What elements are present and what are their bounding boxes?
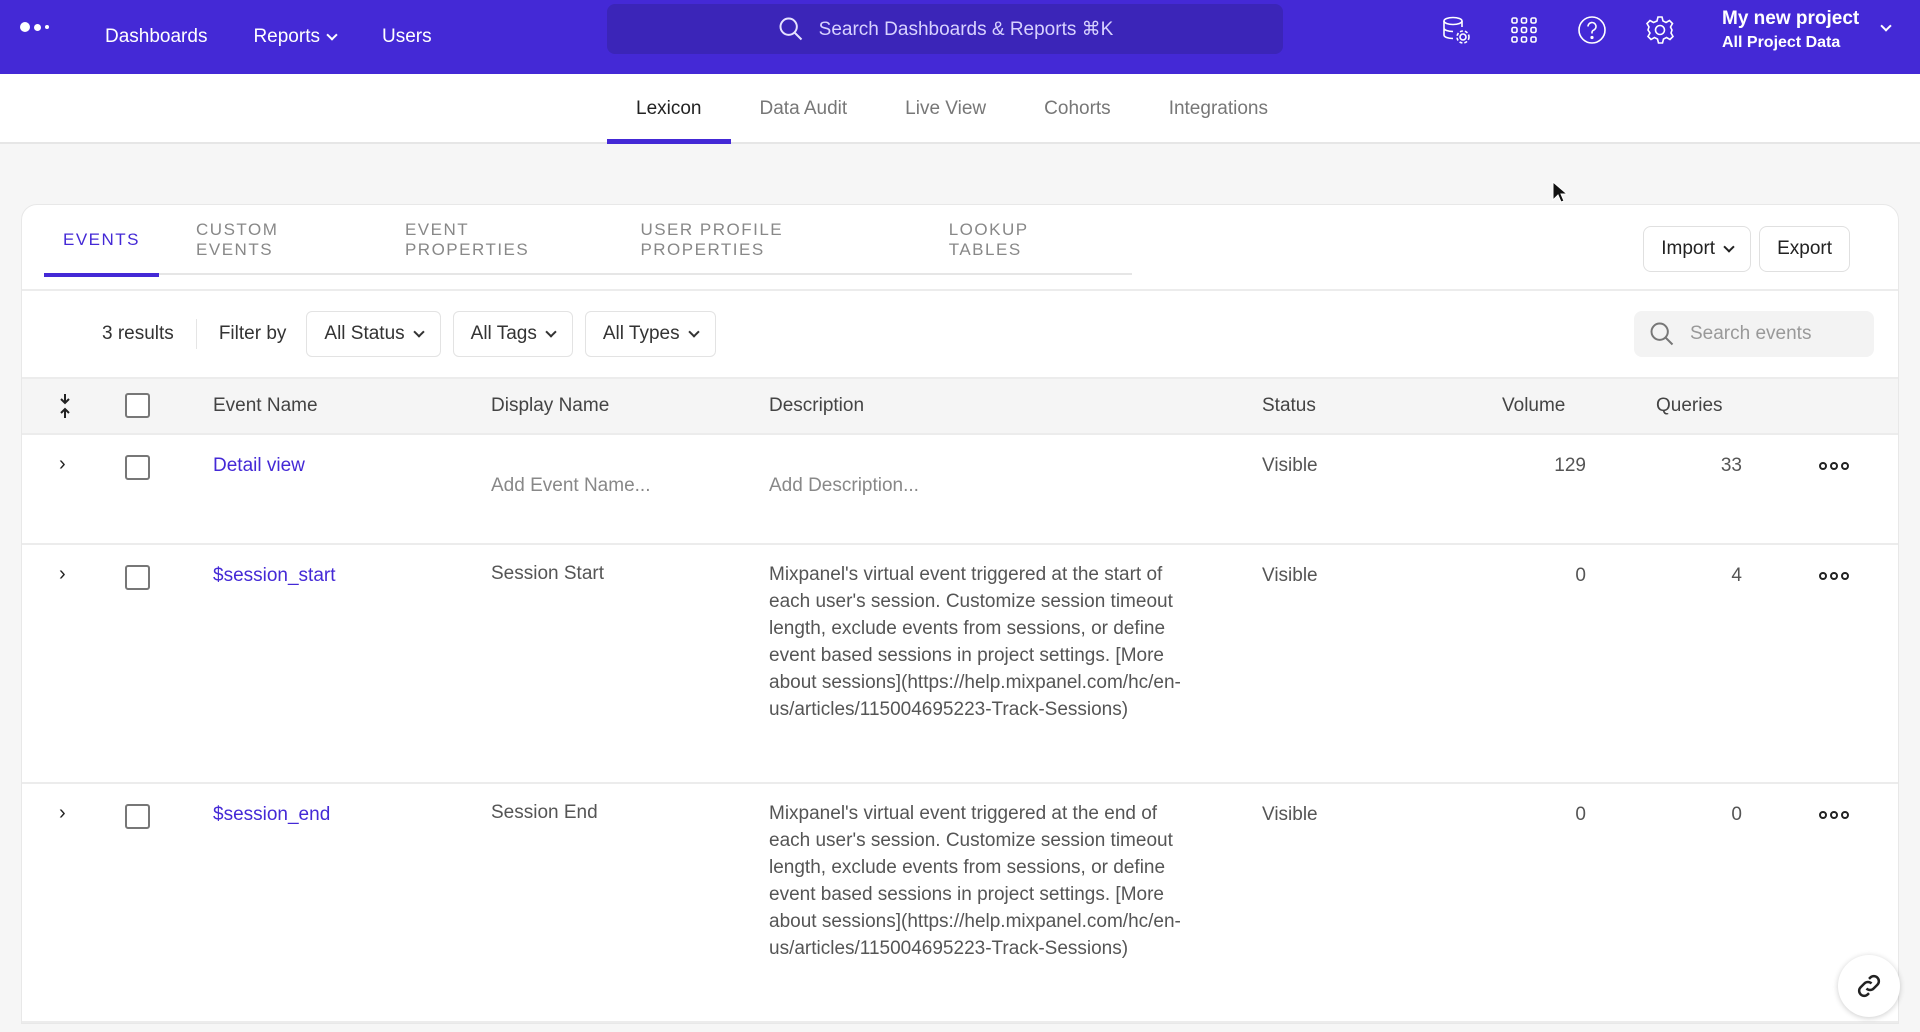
status-filter-label: All Status xyxy=(324,323,405,344)
status-value: Visible xyxy=(1262,804,1318,825)
search-icon xyxy=(779,17,802,41)
global-search-placeholder: Search Dashboards & Reports ⌘K xyxy=(818,18,1114,40)
tab-lexicon[interactable]: Lexicon xyxy=(607,74,731,144)
column-event-name[interactable]: Event Name xyxy=(213,395,318,417)
more-options-icon[interactable] xyxy=(1819,811,1849,819)
event-name-link[interactable]: $session_end xyxy=(213,804,330,826)
event-name-link[interactable]: Detail view xyxy=(213,455,305,477)
mixpanel-logo[interactable] xyxy=(20,22,49,32)
more-options-icon[interactable] xyxy=(1819,462,1849,470)
chevron-down-icon xyxy=(412,326,425,338)
top-nav-bar: Dashboards Reports Users Search Dashboar… xyxy=(0,0,1920,74)
help-icon[interactable] xyxy=(1576,14,1608,46)
table-row[interactable]: › Detail view Add Event Name... Add Desc… xyxy=(22,435,1898,545)
tab-events[interactable]: EVENTS xyxy=(44,205,160,277)
event-name-link[interactable]: $session_start xyxy=(213,565,336,587)
divider xyxy=(195,319,197,349)
nav-users[interactable]: Users xyxy=(382,26,432,48)
status-value: Visible xyxy=(1262,565,1318,586)
chevron-down-icon xyxy=(1880,20,1892,32)
description-field[interactable]: Mixpanel's virtual event triggered at th… xyxy=(769,800,1189,962)
status-filter[interactable]: All Status xyxy=(306,311,441,357)
tags-filter-label: All Tags xyxy=(470,323,537,344)
top-icons xyxy=(1440,14,1676,46)
expand-row-icon[interactable]: › xyxy=(59,563,66,586)
column-description[interactable]: Description xyxy=(769,395,864,417)
tab-cohorts[interactable]: Cohorts xyxy=(1015,74,1140,144)
tab-live-view[interactable]: Live View xyxy=(876,74,1015,144)
display-name-field[interactable]: Add Event Name... xyxy=(491,475,650,497)
tab-integrations[interactable]: Integrations xyxy=(1140,74,1297,144)
tab-data-audit[interactable]: Data Audit xyxy=(731,74,877,144)
apps-grid-icon[interactable] xyxy=(1508,14,1540,46)
display-name-field[interactable]: Session Start xyxy=(491,563,604,585)
lexicon-tabs: EVENTS CUSTOM EVENTS EVENT PROPERTIES US… xyxy=(44,205,1132,277)
tab-event-properties[interactable]: EVENT PROPERTIES xyxy=(386,205,603,275)
more-options-icon[interactable] xyxy=(1819,572,1849,580)
column-volume[interactable]: Volume xyxy=(1502,395,1565,417)
global-search-input[interactable]: Search Dashboards & Reports ⌘K xyxy=(607,4,1283,54)
nav-dashboards[interactable]: Dashboards xyxy=(105,26,207,48)
copy-link-button[interactable] xyxy=(1838,955,1900,1017)
settings-gear-icon[interactable] xyxy=(1644,14,1676,46)
chevron-down-icon xyxy=(545,326,557,338)
data-management-nav: Lexicon Data Audit Live View Cohorts Int… xyxy=(0,74,1920,144)
project-scope: All Project Data xyxy=(1722,34,1841,51)
results-count: 3 results xyxy=(102,323,174,344)
chevron-down-icon xyxy=(326,29,338,41)
queries-value: 33 xyxy=(1720,455,1742,476)
queries-value: 4 xyxy=(1731,565,1742,586)
column-queries[interactable]: Queries xyxy=(1656,395,1723,417)
types-filter[interactable]: All Types xyxy=(584,311,716,357)
tab-user-profile-properties[interactable]: USER PROFILE PROPERTIES xyxy=(621,205,911,275)
export-button[interactable]: Export xyxy=(1759,226,1850,272)
volume-value: 0 xyxy=(1575,565,1586,586)
filter-bar: 3 results Filter by All Status All Tags … xyxy=(102,311,716,357)
chevron-down-icon xyxy=(1723,241,1735,253)
nav-users-label: Users xyxy=(381,26,432,47)
volume-value: 0 xyxy=(1575,804,1586,825)
column-display-name[interactable]: Display Name xyxy=(491,395,609,417)
nav-reports-label: Reports xyxy=(253,26,320,47)
volume-value: 129 xyxy=(1554,455,1586,476)
tab-custom-events[interactable]: CUSTOM EVENTS xyxy=(177,205,368,275)
select-all-checkbox[interactable] xyxy=(125,393,150,418)
import-label: Import xyxy=(1661,238,1716,259)
table-row[interactable]: › $session_start Session Start Mixpanel'… xyxy=(22,545,1898,784)
row-checkbox[interactable] xyxy=(125,455,150,480)
lexicon-card: EVENTS CUSTOM EVENTS EVENT PROPERTIES US… xyxy=(21,204,1899,1024)
data-settings-icon[interactable] xyxy=(1440,14,1472,46)
column-status[interactable]: Status xyxy=(1262,395,1316,417)
description-field[interactable]: Add Description... xyxy=(769,475,919,497)
description-field[interactable]: Mixpanel's virtual event triggered at th… xyxy=(769,561,1189,723)
row-checkbox[interactable] xyxy=(125,804,150,829)
types-filter-label: All Types xyxy=(602,323,680,344)
project-name: My new project xyxy=(1722,8,1860,29)
chevron-down-icon xyxy=(687,326,700,338)
table-row[interactable]: › $session_end Session End Mixpanel's vi… xyxy=(22,784,1898,1023)
project-selector[interactable]: My new project All Project Data xyxy=(1722,8,1892,52)
nav-dashboards-label: Dashboards xyxy=(105,26,208,47)
display-name-field[interactable]: Session End xyxy=(491,802,598,824)
row-checkbox[interactable] xyxy=(125,565,150,590)
export-label: Export xyxy=(1777,238,1832,259)
collapse-all-icon[interactable] xyxy=(58,393,72,419)
search-events-input[interactable]: Search events xyxy=(1634,311,1874,357)
expand-row-icon[interactable]: › xyxy=(59,453,66,476)
status-value: Visible xyxy=(1262,455,1318,476)
search-icon xyxy=(1650,322,1674,346)
queries-value: 0 xyxy=(1731,804,1742,825)
table-header: Event Name Display Name Description Stat… xyxy=(22,377,1898,435)
mouse-cursor-icon xyxy=(1552,181,1568,203)
filter-by-label: Filter by xyxy=(218,323,287,344)
nav-reports[interactable]: Reports xyxy=(253,26,338,48)
main-nav: Dashboards Reports Users xyxy=(105,0,432,74)
tags-filter[interactable]: All Tags xyxy=(452,311,573,357)
search-events-placeholder: Search events xyxy=(1690,323,1812,344)
divider xyxy=(22,289,1898,291)
tab-lookup-tables[interactable]: LOOKUP TABLES xyxy=(930,205,1114,275)
expand-row-icon[interactable]: › xyxy=(59,802,66,825)
import-button[interactable]: Import xyxy=(1643,226,1752,272)
link-icon xyxy=(1857,974,1881,998)
